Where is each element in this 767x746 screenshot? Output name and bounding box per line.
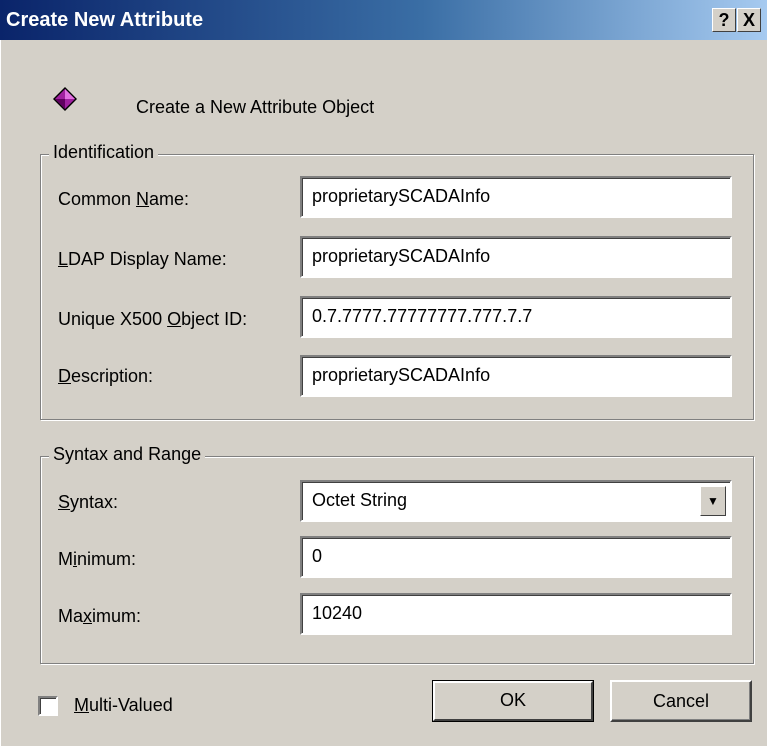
minimum-field[interactable]: 0 [300,536,732,578]
ldap-display-name-label: LDAP Display Name: [58,249,227,269]
ldap-display-name-field[interactable]: proprietarySCADAInfo [300,236,732,278]
syntax-selected-value: Octet String [312,490,408,510]
multi-valued-label[interactable]: Multi-Valued [74,695,173,716]
maximum-label: Maximum: [58,606,142,626]
help-button[interactable]: ? [712,8,736,32]
identification-legend: Identification [49,142,159,163]
common-name-field[interactable]: proprietarySCADAInfo [300,176,732,218]
syntax-label: Syntax: [58,492,119,512]
purple-diamond-icon [53,87,77,111]
description-field[interactable]: proprietarySCADAInfo [300,355,732,397]
chevron-down-icon[interactable]: ▼ [700,486,726,516]
syntax-range-legend: Syntax and Range [49,444,206,465]
object-id-field[interactable]: 0.7.7777.77777777.777.7.7 [300,296,732,338]
header-text: Create a New Attribute Object [136,97,375,117]
description-label: Description: [58,366,154,386]
multi-valued-checkbox[interactable] [38,696,58,716]
syntax-dropdown[interactable]: Octet String ▼ [300,480,732,522]
common-name-label: Common Name: [58,189,190,209]
ok-button[interactable]: OK [432,680,594,722]
maximum-field[interactable]: 10240 [300,593,732,635]
close-button[interactable]: X [737,8,761,32]
window-title: Create New Attribute [6,9,204,31]
cancel-button[interactable]: Cancel [610,680,752,722]
object-id-label: Unique X500 Object ID: [58,309,248,329]
title-bar: Create New Attribute ? X [0,0,767,40]
minimum-label: Minimum: [58,549,137,569]
